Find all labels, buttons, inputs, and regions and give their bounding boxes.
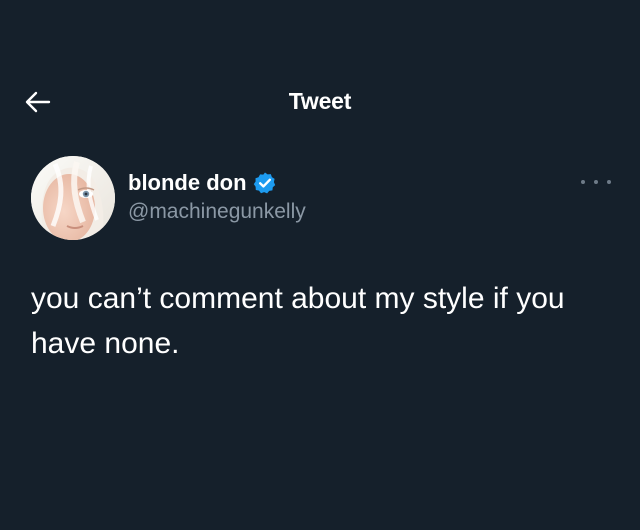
display-name-row: blonde don: [128, 168, 306, 198]
display-name[interactable]: blonde don: [128, 170, 247, 196]
page-title: Tweet: [288, 88, 352, 114]
more-options-icon[interactable]: [581, 172, 611, 192]
tweet-text: you can’t comment about my style if you …: [31, 282, 565, 360]
verified-badge-icon: [253, 171, 277, 195]
tweet-author: blonde don @machinegunkelly: [128, 168, 306, 224]
user-handle[interactable]: @machinegunkelly: [128, 200, 306, 224]
top-bar: Tweet: [0, 78, 640, 126]
avatar[interactable]: [31, 156, 115, 240]
